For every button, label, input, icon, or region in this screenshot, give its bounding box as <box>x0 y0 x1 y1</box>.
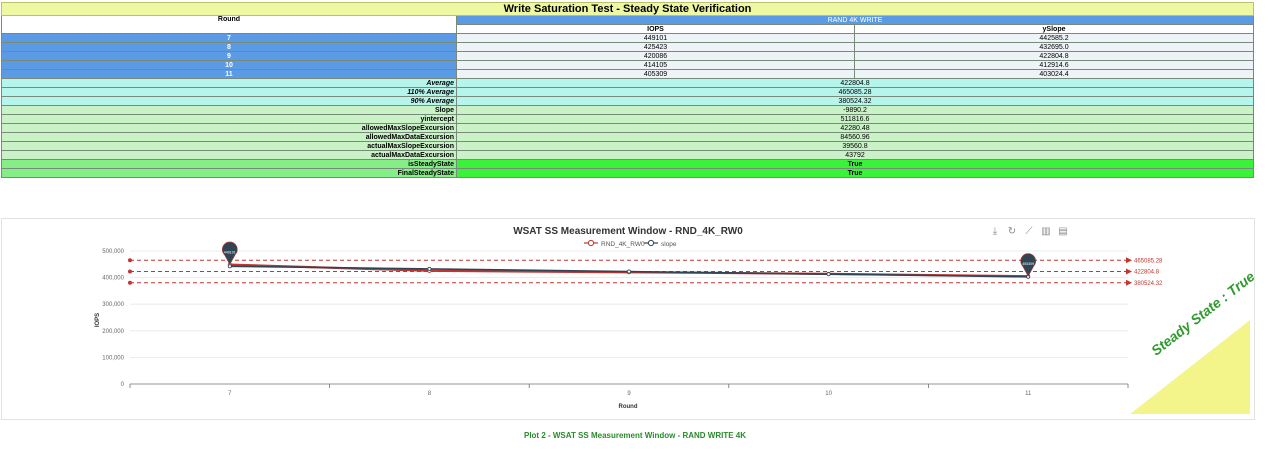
actual-slope-label: actualMaxSlopeExcursion <box>1 141 457 151</box>
y-tick-label: 400,000 <box>102 276 124 282</box>
actual-slope-value: 39560.8 <box>455 141 1255 151</box>
x-tick-label: 9 <box>627 391 631 397</box>
round-cell: 11 <box>1 69 457 79</box>
table-title: Write Saturation Test - Steady State Ver… <box>0 2 1255 16</box>
iops-cell: 425423 <box>456 42 855 52</box>
y-tick-label: 200,000 <box>102 329 124 335</box>
slope-value: -9890.2 <box>455 105 1255 115</box>
round-cell: 10 <box>1 60 457 70</box>
x-axis-label: Round <box>619 404 638 410</box>
final-steady-state-label: FinalSteadyState <box>1 168 457 178</box>
allowed-slope-label: allowedMaxSlopeExcursion <box>1 123 457 133</box>
x-tick-label: 8 <box>428 391 432 397</box>
reference-line-start <box>128 269 132 274</box>
avg110-value: 465085.28 <box>455 87 1255 97</box>
allowed-data-value: 84560.96 <box>455 132 1255 142</box>
yintercept-value: 511816.6 <box>455 114 1255 124</box>
steady-state-table: Write Saturation Test - Steady State Ver… <box>0 2 1255 178</box>
reference-line-start <box>128 280 132 285</box>
iops-cell: 420086 <box>456 51 855 61</box>
data-point <box>826 272 831 277</box>
reference-line-arrow <box>1126 257 1132 264</box>
plot-caption: Plot 2 - WSAT SS Measurement Window - RA… <box>523 431 746 440</box>
final-steady-state-value: True <box>455 168 1255 178</box>
is-steady-state-value: True <box>455 159 1255 169</box>
yslope-cell: 403024.4 <box>853 69 1255 79</box>
reference-line-arrow <box>1126 268 1132 275</box>
reference-line-arrow <box>1126 279 1132 286</box>
actual-data-label: actualMaxDataExcursion <box>1 150 457 160</box>
data-view-icon[interactable]: ▤ <box>1058 227 1068 237</box>
table-row: 8 425423 432695.0 <box>1 42 1255 52</box>
table-row: 7 449101 442585.2 <box>1 33 1255 43</box>
reference-line-label: 422804.8 <box>1134 270 1160 276</box>
chart-title: WSAT SS Measurement Window - RND_4K_RW0 <box>513 226 743 237</box>
yslope-cell: 412914.6 <box>853 60 1255 70</box>
y-tick-label: 300,000 <box>102 302 124 308</box>
allowed-data-label: allowedMaxDataExcursion <box>1 132 457 142</box>
legend-marker-slope <box>647 239 655 247</box>
allowed-slope-value: 42280.48 <box>455 123 1255 133</box>
line-chart-icon[interactable]: ⟋ <box>1024 227 1034 237</box>
round-cell: 7 <box>1 33 457 43</box>
legend-label: slope <box>661 241 677 248</box>
iops-header: IOPS <box>456 24 855 34</box>
x-tick-label: 10 <box>825 391 832 397</box>
steady-state-table-container: Write Saturation Test - Steady State Ver… <box>0 2 1255 178</box>
legend-marker-RND_4K_RW0 <box>587 239 595 247</box>
reference-line-label: 465085.28 <box>1134 258 1163 264</box>
markpoint-label: 405309 <box>1022 262 1034 266</box>
y-tick-label: 500,000 <box>102 249 124 255</box>
chart-toolbox: ⤓ ↻ ⟋ ▥ ▤ <box>990 227 1068 237</box>
yslope-header: ySlope <box>853 24 1255 34</box>
round-cell: 9 <box>1 51 457 61</box>
yslope-cell: 442585.2 <box>853 33 1255 43</box>
table-row: 10 414105 412914.6 <box>1 60 1255 70</box>
group-header: RAND 4K WRITE <box>455 15 1255 25</box>
data-point <box>427 266 432 271</box>
x-tick-label: 7 <box>228 391 232 397</box>
chart-svg: WSAT SS Measurement Window - RND_4K_RW0 R… <box>95 226 1163 410</box>
x-tick-label: 11 <box>1025 391 1032 397</box>
yintercept-label: yintercept <box>1 114 457 124</box>
refresh-icon[interactable]: ↻ <box>1007 227 1017 237</box>
y-tick-label: 0 <box>121 382 125 388</box>
actual-data-value: 43792 <box>455 150 1255 160</box>
avg110-label: 110% Average <box>1 87 457 97</box>
average-label: Average <box>1 78 457 88</box>
yslope-cell: 432695.0 <box>853 42 1255 52</box>
download-icon[interactable]: ⤓ <box>990 227 1000 237</box>
avg90-label: 90% Average <box>1 96 457 106</box>
iops-cell: 414105 <box>456 60 855 70</box>
steady-state-stamp <box>1130 320 1250 414</box>
yslope-cell: 422804.8 <box>853 51 1255 61</box>
avg90-value: 380524.32 <box>455 96 1255 106</box>
legend-label: RND_4K_RW0 <box>601 241 645 248</box>
chart-panel: WSAT SS Measurement Window - RND_4K_RW0 R… <box>1 218 1255 420</box>
y-tick-label: 100,000 <box>102 355 124 361</box>
y-axis-label: IOPS <box>95 313 101 327</box>
slope-label: Slope <box>1 105 457 115</box>
data-point <box>627 269 632 274</box>
table-row: 11 405309 403024.4 <box>1 69 1255 79</box>
iops-cell: 449101 <box>456 33 855 43</box>
markpoint-label: 449101 <box>224 250 236 254</box>
reference-line-start <box>128 258 132 263</box>
is-steady-state-label: isSteadyState <box>1 159 457 169</box>
round-header: Round <box>1 15 457 34</box>
bar-chart-icon[interactable]: ▥ <box>1041 227 1051 237</box>
average-value: 422804.8 <box>455 78 1255 88</box>
reference-line-label: 380524.32 <box>1134 281 1163 287</box>
round-cell: 8 <box>1 42 457 52</box>
table-row: 9 420086 422804.8 <box>1 51 1255 61</box>
iops-cell: 405309 <box>456 69 855 79</box>
